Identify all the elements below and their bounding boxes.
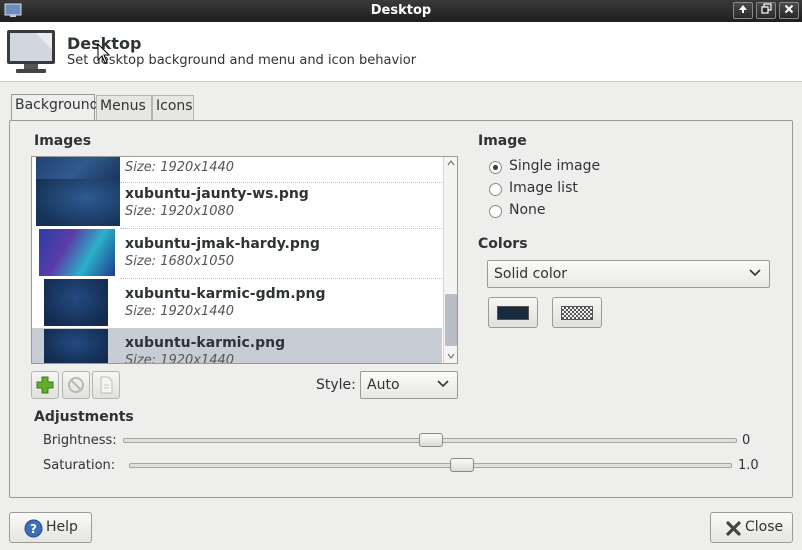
image-size: Size: 1680x1050 [125,254,235,269]
file-icon [100,376,113,394]
shade-button[interactable] [733,2,753,19]
wallpaper-thumbnail [36,179,120,226]
image-name: xubuntu-jaunty-ws.png [125,186,309,202]
list-item-selected[interactable]: xubuntu-karmic.png Size: 1920x1440 [32,328,442,364]
desktop-settings-window: Desktop Desktop Set desktop background a… [0,0,802,550]
saturation-value: 1.0 [738,458,759,473]
header-subtitle: Set desktop background and menu and icon… [67,53,417,68]
image-list-scrollbar[interactable] [443,157,457,363]
radio-checked-icon [489,161,502,174]
radio-none[interactable]: None [489,202,559,222]
radio-unchecked-icon [489,205,502,218]
tab-label: Menus [100,98,146,114]
chevron-down-icon [437,380,449,388]
brightness-slider-knob[interactable] [419,433,443,447]
scroll-down-icon[interactable] [447,353,455,359]
help-label: Help [46,519,78,535]
brightness-label: Brightness: [43,433,117,448]
close-button[interactable]: Close [710,512,793,543]
wallpaper-thumbnail [44,279,108,326]
tab-menus[interactable]: Menus [96,95,152,120]
saturation-label: Saturation: [43,458,116,473]
image-size: Size: 1920x1080 [125,204,235,219]
tab-label: Background [15,97,99,113]
saturation-slider[interactable] [129,458,732,472]
style-dropdown[interactable]: Auto [360,371,458,399]
wallpaper-thumbnail [39,229,115,276]
close-window-button[interactable] [779,2,799,19]
radio-label: Image list [509,180,578,196]
radio-label: None [509,202,546,218]
chevron-down-icon [749,269,761,277]
brightness-slider[interactable] [123,433,737,447]
close-icon [784,4,794,14]
remove-icon [68,377,84,393]
maximize-button[interactable] [756,2,776,19]
images-heading: Images [34,133,92,149]
window-title: Desktop [370,3,432,18]
secondary-color-swatch [561,306,593,320]
brightness-value: 0 [742,433,751,448]
style-value: Auto [367,377,400,393]
image-name: xubuntu-karmic.png [125,335,286,351]
list-item[interactable]: xubuntu-jmak-hardy.png Size: 1680x1050 [32,228,442,278]
image-name: xubuntu-karmic-gdm.png [125,286,326,302]
image-size: Size: 1920x1440 [125,353,235,364]
radio-single-image[interactable]: Single image [489,158,609,178]
scrollbar-thumb[interactable] [445,294,457,346]
radio-image-list[interactable]: Image list [489,180,589,200]
primary-color-button[interactable] [488,297,538,328]
style-label: Style: [316,377,356,393]
help-icon: ? [24,519,43,538]
close-label: Close [745,519,784,535]
arrow-up-icon [739,5,747,13]
primary-color-swatch [497,306,529,320]
list-item[interactable]: xubuntu-jaunty-ws.png Size: 1920x1080 [32,178,442,228]
adjustments-heading: Adjustments [34,409,134,425]
radio-unchecked-icon [489,183,502,196]
add-image-button[interactable] [31,371,59,399]
restore-icon [760,3,772,14]
image-heading: Image [478,133,527,149]
dialog-header: Desktop Set desktop background and menu … [0,22,802,82]
wallpaper-thumbnail [44,329,108,363]
color-mode-value: Solid color [494,266,568,282]
tab-background[interactable]: Background [11,94,99,120]
radio-label: Single image [509,158,601,174]
image-list[interactable]: Size: 1920x1440 xubuntu-jaunty-ws.png Si… [31,156,458,364]
mouse-pointer-icon [97,43,111,64]
titlebar[interactable]: Desktop [0,0,802,22]
remove-image-button[interactable] [62,371,90,399]
monitor-icon [7,30,55,73]
image-size: Size: 1920x1440 [125,160,235,175]
list-item[interactable]: xubuntu-karmic-gdm.png Size: 1920x1440 [32,278,442,328]
colors-heading: Colors [478,236,528,252]
saturation-slider-knob[interactable] [450,458,474,472]
image-name: xubuntu-jmak-hardy.png [125,236,320,252]
scroll-up-icon[interactable] [447,160,455,166]
tab-label: Icons [156,98,193,114]
image-file-button[interactable] [92,371,120,399]
svg-text:?: ? [30,522,37,536]
help-button[interactable]: ? Help [9,512,92,543]
plus-icon [36,376,54,394]
close-icon [726,521,741,536]
image-size: Size: 1920x1440 [125,304,235,319]
color-mode-dropdown[interactable]: Solid color [487,260,770,288]
secondary-color-button[interactable] [552,297,602,328]
tab-icons[interactable]: Icons [152,95,194,120]
